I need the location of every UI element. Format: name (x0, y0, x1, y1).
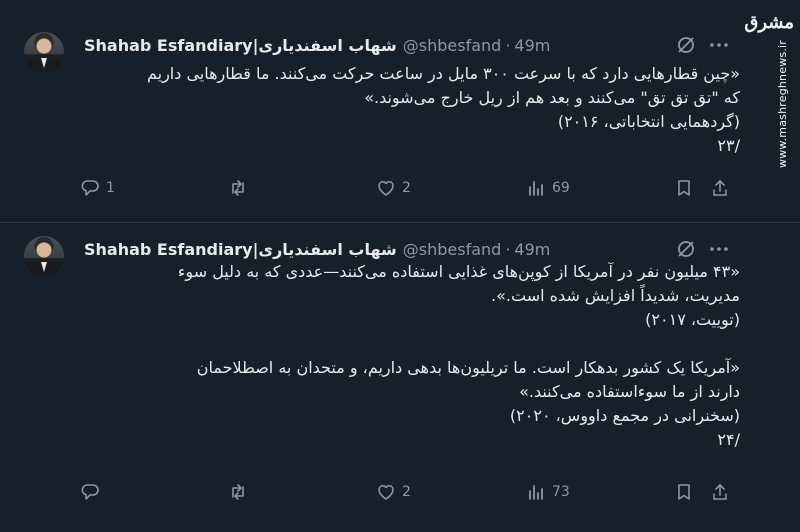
tweet-header: شهاب اسفندیاری|Shahab Esfandiary @shbesf… (84, 238, 550, 260)
watermark: مشرق www.mashreghnews.ir (744, 10, 794, 170)
bookmark-icon (678, 484, 690, 500)
retweet-icon (232, 484, 244, 500)
user-handle[interactable]: @shbesfand (403, 36, 502, 55)
tweet-actions: 2 73 (80, 480, 740, 504)
tweet-divider (0, 222, 800, 223)
share-button[interactable] (710, 178, 730, 198)
like-count: 2 (402, 180, 411, 196)
tweet-text: «چین قطارهایی دارد که با سرعت ۳۰۰ مایل د… (84, 62, 740, 158)
tweet-text: «۴۳ میلیون نفر در آمریکا از کوپن‌های غذا… (84, 260, 740, 452)
timestamp[interactable]: 49m (514, 240, 550, 259)
retweet-button[interactable] (228, 178, 254, 198)
grok-icon[interactable] (676, 239, 696, 259)
tweet-text-paragraph: «آمریکا یک کشور بدهکار است. ما تریلیون‌ه… (196, 358, 740, 449)
bookmark-button[interactable] (674, 178, 694, 198)
tweet-text-paragraph: «۴۳ میلیون نفر در آمریکا از کوپن‌های غذا… (177, 262, 740, 329)
share-icon (713, 484, 727, 500)
separator-dot: · (505, 239, 511, 259)
heart-icon (378, 180, 394, 196)
bookmark-button[interactable] (674, 482, 694, 502)
tweet-actions: 1 2 69 (80, 176, 740, 200)
reply-button[interactable]: 1 (80, 178, 115, 198)
views-chart-icon (529, 485, 543, 500)
watermark-logo: مشرق (744, 12, 794, 33)
timeline: شهاب اسفندیاری|Shahab Esfandiary @shbesf… (0, 0, 800, 532)
avatar[interactable] (24, 32, 64, 72)
reply-icon (81, 484, 99, 500)
display-name[interactable]: شهاب اسفندیاری|Shahab Esfandiary (84, 240, 397, 259)
grok-icon[interactable] (676, 35, 696, 55)
share-button[interactable] (710, 482, 730, 502)
reply-icon (81, 180, 99, 196)
views-chart-icon (529, 181, 543, 196)
share-icon (713, 180, 727, 196)
reply-button[interactable] (80, 482, 106, 502)
views-count: 69 (552, 180, 570, 196)
timestamp[interactable]: 49m (514, 36, 550, 55)
retweet-icon (232, 180, 244, 196)
like-button[interactable]: 2 (376, 178, 411, 198)
heart-icon (378, 484, 394, 500)
more-dots-icon[interactable] (708, 239, 730, 259)
views-button[interactable]: 69 (526, 178, 570, 198)
tweet-text-paragraph: «چین قطارهایی دارد که با سرعت ۳۰۰ مایل د… (146, 64, 740, 155)
avatar[interactable] (24, 236, 64, 276)
views-button[interactable]: 73 (526, 482, 570, 502)
display-name[interactable]: شهاب اسفندیاری|Shahab Esfandiary (84, 36, 397, 55)
user-handle[interactable]: @shbesfand (403, 240, 502, 259)
retweet-button[interactable] (228, 482, 254, 502)
tweet-header: شهاب اسفندیاری|Shahab Esfandiary @shbesf… (84, 34, 550, 56)
views-count: 73 (552, 484, 570, 500)
like-count: 2 (402, 484, 411, 500)
bookmark-icon (678, 180, 690, 196)
like-button[interactable]: 2 (376, 482, 411, 502)
watermark-url: www.mashreghnews.ir (776, 40, 789, 168)
separator-dot: · (505, 35, 511, 55)
reply-count: 1 (106, 180, 115, 196)
more-dots-icon[interactable] (708, 35, 730, 55)
